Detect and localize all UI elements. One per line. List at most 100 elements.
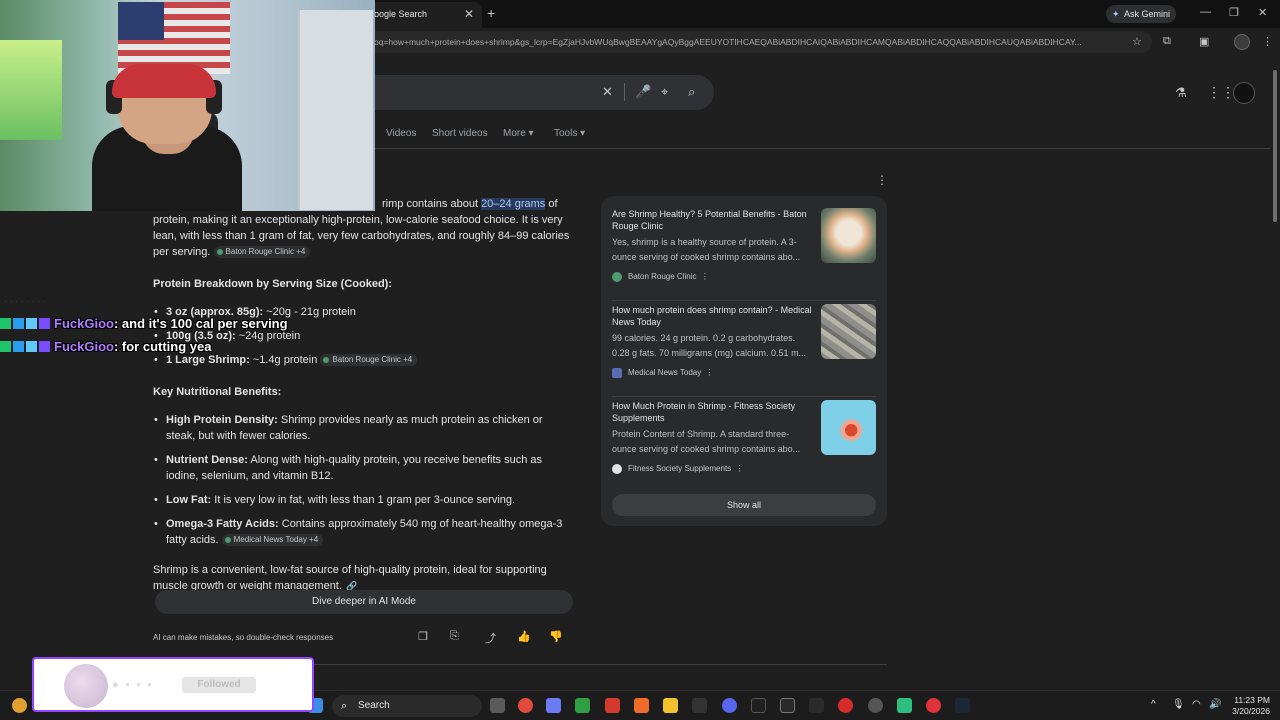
- taskbar-search-label: Search: [358, 700, 390, 711]
- source-divider: [612, 396, 876, 397]
- source-chip[interactable]: Baton Rouge Clinic +4: [213, 246, 311, 258]
- filter-videos[interactable]: Videos: [386, 128, 416, 139]
- discord-icon[interactable]: [722, 698, 737, 713]
- obs-icon[interactable]: [868, 698, 883, 713]
- webcam-door: [298, 10, 373, 210]
- show-all-button[interactable]: Show all: [612, 494, 876, 516]
- search-divider: [624, 83, 625, 101]
- brave-icon[interactable]: [634, 698, 649, 713]
- clear-search-icon[interactable]: ✕: [602, 84, 613, 100]
- breakdown-item: 1 Large Shrimp: ~1.4g protein Baton Roug…: [153, 352, 573, 368]
- thumbs-down-icon[interactable]: 👎: [549, 630, 563, 643]
- source-thumbnail[interactable]: [821, 304, 876, 359]
- webcam-person-hat: [112, 64, 216, 98]
- site-name: Fitness Society Supplements: [628, 464, 732, 473]
- badge-icon: [26, 318, 37, 329]
- window-close-icon[interactable]: ✕: [1258, 6, 1267, 19]
- bookmark-star-icon[interactable]: ☆: [1132, 35, 1142, 48]
- app-icon[interactable]: [809, 698, 824, 713]
- benefits-heading: Key Nutritional Benefits:: [153, 386, 282, 398]
- site-name: Medical News Today: [628, 368, 702, 377]
- breakdown-heading: Protein Breakdown by Serving Size (Cooke…: [153, 278, 392, 290]
- ask-gemini-button[interactable]: ✦ Ask Gemini: [1106, 5, 1176, 23]
- source-chip[interactable]: Medical News Today +4: [221, 534, 324, 546]
- copy-icon[interactable]: ❐: [418, 630, 428, 643]
- microphone-tray-icon[interactable]: 🎙: [1172, 699, 1185, 710]
- capcut-icon[interactable]: [605, 698, 620, 713]
- file-explorer-icon[interactable]: [663, 698, 678, 713]
- scroll-thumb[interactable]: [1273, 70, 1277, 222]
- filter-short-videos[interactable]: Short videos: [432, 128, 488, 139]
- benefits-label: Nutrient Dense:: [166, 454, 248, 466]
- url-text: oq=how+much+protein+does+shrimp&gs_lcrp=…: [374, 37, 1082, 47]
- follower-avatar: [64, 664, 108, 708]
- volume-icon[interactable]: 🔊: [1209, 699, 1221, 710]
- gemini-spark-icon: ✦: [1112, 9, 1120, 19]
- labs-flask-icon[interactable]: ⚗: [1175, 85, 1187, 101]
- tab-close-icon[interactable]: ✕: [464, 7, 474, 21]
- source-title[interactable]: Are Shrimp Healthy? 5 Potential Benefits…: [612, 208, 812, 232]
- breakdown-text: ~24g protein: [238, 330, 301, 342]
- follower-name-blurred: ● ▪ ▪ ▪: [112, 679, 154, 691]
- lens-icon[interactable]: ⌖: [661, 84, 668, 100]
- account-avatar[interactable]: [1233, 82, 1255, 104]
- chat-badges: [0, 317, 54, 332]
- new-tab-button[interactable]: +: [487, 5, 495, 21]
- steam-icon[interactable]: [955, 698, 970, 713]
- browser-tab[interactable]: oogle Search ✕: [362, 2, 482, 28]
- clock-time[interactable]: 11:23 PM: [1232, 695, 1270, 705]
- app-icon[interactable]: [780, 698, 795, 713]
- app-icon[interactable]: [897, 698, 912, 713]
- address-bar[interactable]: oq=how+much+protein+does+shrimp&gs_lcrp=…: [362, 31, 1152, 53]
- browser-menu-icon[interactable]: ⋮: [1262, 35, 1273, 48]
- source-card[interactable]: How much protein does shrimp contain? - …: [612, 304, 876, 394]
- page-scrollbar[interactable]: [1270, 56, 1280, 690]
- thumbs-up-icon[interactable]: 👍: [517, 630, 531, 643]
- export-icon[interactable]: ⎘: [450, 630, 459, 643]
- source-card[interactable]: How Much Protein in Shrimp - Fitness Soc…: [612, 400, 876, 490]
- extensions-icon[interactable]: ⧉: [1163, 35, 1171, 48]
- search-icon[interactable]: ⌕: [688, 84, 695, 100]
- source-title[interactable]: How Much Protein in Shrimp - Fitness Soc…: [612, 400, 812, 424]
- site-favicon: [612, 272, 622, 282]
- source-chip[interactable]: Baton Rouge Clinic +4: [320, 354, 418, 366]
- source-thumbnail[interactable]: [821, 400, 876, 455]
- badge-icon: [0, 341, 11, 352]
- wifi-icon[interactable]: ◠: [1192, 699, 1201, 710]
- app-icon[interactable]: [692, 698, 707, 713]
- webcam-overlay: [0, 0, 375, 211]
- benefits-label: Low Fat:: [166, 494, 212, 506]
- share-icon[interactable]: ⤴: [485, 630, 496, 646]
- tab-search-icon[interactable]: ▣: [1199, 35, 1209, 48]
- site-favicon: [612, 368, 622, 378]
- site-favicon: [612, 464, 622, 474]
- app-icon[interactable]: [926, 698, 941, 713]
- tray-chevron-icon[interactable]: ^: [1151, 699, 1156, 710]
- copilot-icon[interactable]: [546, 698, 561, 713]
- chat-username: FuckGioo: [54, 316, 114, 331]
- clock-date[interactable]: 3/20/2026: [1226, 706, 1270, 716]
- dive-deeper-button[interactable]: Dive deeper in AI Mode: [155, 590, 573, 614]
- source-thumbnail[interactable]: [821, 208, 876, 263]
- opera-icon[interactable]: [838, 698, 853, 713]
- benefits-list: High Protein Density: Shrimp provides ne…: [153, 412, 573, 548]
- microphone-icon[interactable]: 🎤: [635, 84, 651, 100]
- source-card[interactable]: Are Shrimp Healthy? 5 Potential Benefits…: [612, 208, 876, 298]
- benefits-label: High Protein Density:: [166, 414, 278, 426]
- restore-icon[interactable]: ❐: [1229, 6, 1239, 19]
- ai-overview-more-icon[interactable]: ⋮: [876, 173, 888, 187]
- task-view-icon[interactable]: [490, 698, 505, 713]
- profile-avatar[interactable]: [1234, 34, 1250, 50]
- filter-tools[interactable]: Tools ▾: [554, 128, 585, 139]
- breakdown-list: 3 oz (approx. 85g): ~20g - 21g protein10…: [153, 304, 573, 368]
- filter-more[interactable]: More ▾: [503, 128, 534, 139]
- terminal-icon[interactable]: [751, 698, 766, 713]
- taskbar-search[interactable]: ⌕ Search: [332, 695, 482, 717]
- weather-icon[interactable]: [12, 698, 27, 713]
- google-apps-icon[interactable]: ⋮⋮: [1207, 84, 1235, 101]
- source-title[interactable]: How much protein does shrimp contain? - …: [612, 304, 812, 328]
- chrome-icon[interactable]: [518, 698, 533, 713]
- source-divider: [612, 300, 876, 301]
- minimize-icon[interactable]: —: [1200, 6, 1211, 18]
- xbox-icon[interactable]: [575, 698, 590, 713]
